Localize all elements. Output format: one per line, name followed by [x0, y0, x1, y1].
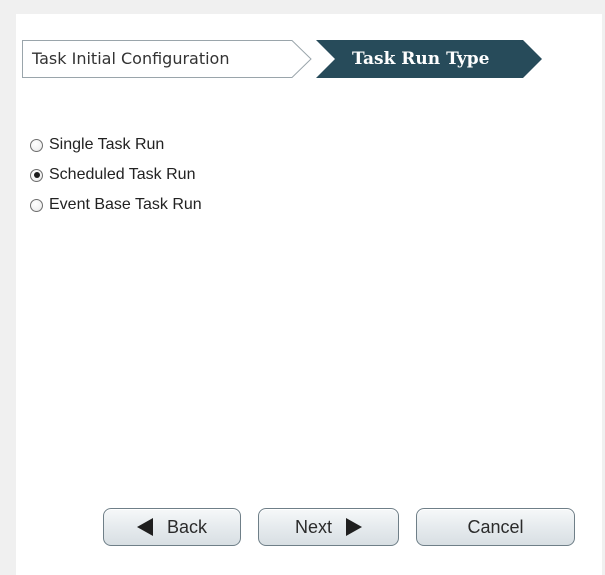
triangle-right-icon	[346, 518, 362, 536]
run-type-radio-group: Single Task Run Scheduled Task Run Event…	[30, 130, 202, 220]
radio-button-selected[interactable]	[30, 168, 43, 182]
breadcrumb-step-label-active: Task Run Type	[352, 49, 490, 69]
breadcrumb-step-initial-configuration[interactable]: Task Initial Configuration	[22, 40, 312, 78]
breadcrumb: Task Initial Configuration Task Run Type	[22, 40, 542, 80]
radio-option-single-task-run[interactable]: Single Task Run	[30, 130, 202, 160]
back-button[interactable]: Back	[103, 508, 241, 546]
radio-label: Scheduled Task Run	[49, 166, 196, 183]
breadcrumb-step-run-type[interactable]: Task Run Type	[316, 40, 542, 78]
cancel-button[interactable]: Cancel	[416, 508, 575, 546]
radio-option-scheduled-task-run[interactable]: Scheduled Task Run	[30, 160, 202, 190]
wizard-panel	[16, 14, 602, 575]
cancel-button-label: Cancel	[467, 516, 524, 537]
next-button[interactable]: Next	[258, 508, 399, 546]
triangle-left-icon	[136, 518, 153, 536]
radio-button[interactable]	[30, 198, 43, 212]
back-button-label: Back	[166, 516, 208, 537]
radio-label: Single Task Run	[49, 136, 165, 153]
radio-label: Event Base Task Run	[49, 196, 202, 213]
breadcrumb-step-label: Task Initial Configuration	[32, 49, 230, 68]
next-button-label: Next	[294, 516, 332, 537]
radio-option-event-base-task-run[interactable]: Event Base Task Run	[30, 190, 202, 220]
radio-button[interactable]	[30, 138, 43, 152]
